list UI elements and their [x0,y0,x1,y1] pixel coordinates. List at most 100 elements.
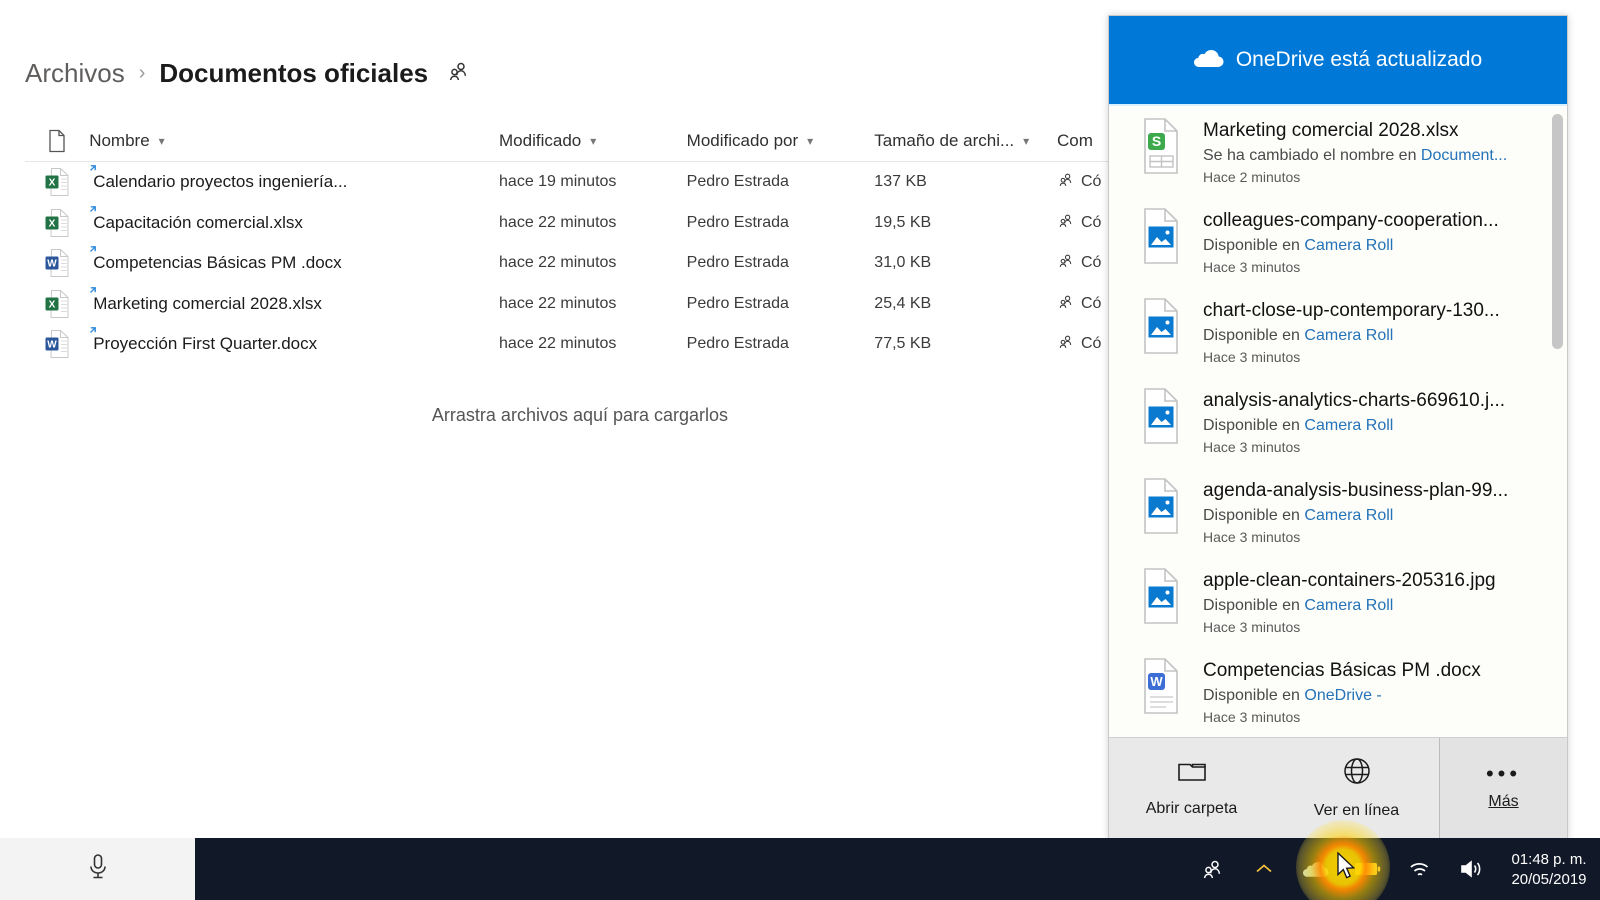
breadcrumb-current[interactable]: Documentos oficiales [159,58,428,89]
modified-by-cell: Pedro Estrada [686,173,789,191]
activity-item-status-link[interactable]: Camera Roll [1304,507,1393,524]
activity-item-status-link[interactable]: Document... [1421,147,1507,164]
screen: Archivos › Documentos oficiales Nombre ▾… [0,0,1600,900]
activity-item-body: apple-clean-containers-205316.jpg Disponi… [1203,567,1545,635]
activity-item-status-prefix: Disponible en [1203,597,1305,614]
list-item[interactable]: analysis-analytics-charts-669610.j... Dis… [1109,376,1567,466]
breadcrumb-root[interactable]: Archivos [25,58,125,89]
file-name-cell[interactable]: Proyección First Quarter.docx [89,327,499,354]
mouse-cursor [1337,851,1357,887]
list-item[interactable]: S Marketing comercial 2028.xlsx Se ha camb… [1109,106,1567,196]
flyout-scrollbar-thumb[interactable] [1552,114,1563,349]
chevron-up-icon[interactable] [1238,838,1290,900]
list-item[interactable]: chart-close-up-contemporary-130... Dispon… [1109,286,1567,376]
sharing-label: Có [1081,213,1102,231]
more-button[interactable]: ••• Más [1439,738,1567,839]
open-folder-button[interactable]: Abrir carpeta [1109,738,1274,839]
activity-item-status-link[interactable]: OneDrive - [1304,687,1381,704]
word-icon: W [25,248,89,278]
activity-item-title: agenda-analysis-business-plan-99... [1203,480,1509,501]
sharing-label: Có [1081,294,1102,312]
file-name-cell[interactable]: Calendario proyectos ingeniería... [89,165,499,192]
table-row[interactable]: X Capacitación comercial.xlsx hace 22 minu… [25,203,1215,244]
onedrive-cloud-icon [1193,48,1224,73]
activity-item-status-prefix: Disponible en [1203,417,1305,434]
column-header-name-label: Nombre [89,130,150,150]
globe-icon [1343,757,1371,790]
upload-drop-hint: Arrastra archivos aquí para cargarlos [431,405,729,425]
activity-item-time: Hace 3 minutos [1203,259,1301,275]
file-size-cell: 19,5 KB [874,213,932,231]
flyout-footer: Abrir carpeta Ver en línea ••• Más [1109,737,1567,839]
activity-item-body: chart-close-up-contemporary-130... Dispon… [1203,297,1545,365]
svg-text:W: W [47,259,57,270]
excel-icon: X [25,289,89,319]
list-item[interactable]: colleagues-company-cooperation... Disponi… [1109,196,1567,286]
people-icon [1057,333,1074,355]
file-size-cell: 25,4 KB [874,294,932,312]
activity-item-title: analysis-analytics-charts-669610.j... [1203,390,1506,411]
column-header-modified-by-label: Modificado por [686,130,799,150]
flyout-activity-list[interactable]: S Marketing comercial 2028.xlsx Se ha camb… [1109,106,1567,737]
activity-item-status-prefix: Disponible en [1203,327,1305,344]
image-file-icon [1137,297,1185,355]
breadcrumb-separator: › [138,62,146,84]
activity-item-status-link[interactable]: Camera Roll [1304,417,1393,434]
column-header-modified[interactable]: Modificado ▾ [499,131,687,151]
flyout-scrollbar[interactable] [1552,114,1563,737]
speaker-icon[interactable] [1446,838,1498,900]
flyout-header-title: OneDrive está actualizado [1235,48,1483,71]
column-header-file-type-icon[interactable] [25,129,89,153]
activity-item-status-link[interactable]: Camera Roll [1304,597,1393,614]
word-icon: W [25,329,89,359]
modified-by-cell: Pedro Estrada [686,294,789,312]
wifi-icon[interactable] [1394,838,1446,900]
list-item[interactable]: apple-clean-containers-205316.jpg Disponi… [1109,556,1567,646]
people-icon[interactable] [1186,838,1238,900]
word-icon: W [1137,657,1185,715]
activity-item-status: Se ha cambiado el nombre en Document... [1203,147,1545,165]
list-item[interactable]: W Competencias Básicas PM .docx Disponible… [1109,646,1567,736]
breadcrumb: Archivos › Documentos oficiales [25,58,470,89]
activity-item-status-link[interactable]: Camera Roll [1304,327,1393,344]
activity-item-body: colleagues-company-cooperation... Disponi… [1203,207,1545,275]
table-row[interactable]: W Proyección First Quarter.docx hace 22 mi… [25,324,1215,365]
image-file-icon [1137,567,1185,625]
list-item[interactable]: agenda-analysis-business-plan-99... Dispo… [1109,466,1567,556]
taskbar-clock[interactable]: 01:48 p. m. 20/05/2019 [1498,838,1600,900]
activity-item-title: Competencias Básicas PM .docx [1203,660,1481,681]
column-header-name[interactable]: Nombre ▾ [89,131,499,151]
people-icon [1057,171,1074,193]
view-online-button[interactable]: Ver en línea [1274,738,1439,839]
activity-item-title: colleagues-company-cooperation... [1203,210,1499,231]
modified-by-cell: Pedro Estrada [686,254,789,272]
activity-item-status-prefix: Disponible en [1203,507,1305,524]
image-file-icon [1137,207,1185,265]
column-header-sharing-label: Com [1057,130,1093,150]
activity-item-time: Hace 2 minutos [1203,169,1301,185]
file-name-cell[interactable]: Marketing comercial 2028.xlsx [89,286,499,314]
column-header-modified-label: Modificado [499,130,582,150]
microphone-icon[interactable] [87,853,109,886]
more-label: Más [1488,792,1519,810]
excel-icon: X [25,167,89,197]
file-name-cell[interactable]: Competencias Básicas PM .docx [89,246,499,273]
chevron-down-icon: ▾ [1023,133,1030,148]
excel-icon: X [25,208,89,238]
file-name: Marketing comercial 2028.xlsx [89,286,322,314]
column-header-modified-by[interactable]: Modificado por ▾ [687,131,875,151]
table-row[interactable]: X Calendario proyectos ingeniería... hace … [25,162,1215,203]
activity-item-status-link[interactable]: Camera Roll [1304,237,1393,254]
file-name: Competencias Básicas PM .docx [89,246,342,273]
taskbar: 01:48 p. m. 20/05/2019 [195,838,1600,900]
file-name-cell[interactable]: Capacitación comercial.xlsx [89,205,499,233]
chevron-down-icon: ▾ [590,133,597,148]
table-row[interactable]: X Marketing comercial 2028.xlsx hace 22 mi… [25,284,1215,325]
open-folder-label: Abrir carpeta [1145,800,1238,817]
activity-item-status: Disponible en Camera Roll [1203,507,1545,525]
table-row[interactable]: W Competencias Básicas PM .docx hace 22 mi… [25,243,1215,284]
svg-text:W: W [47,340,57,351]
modified-cell: hace 19 minutos [499,173,617,191]
onedrive-cloud-icon[interactable] [1290,838,1342,900]
column-header-file-size[interactable]: Tamaño de archi... ▾ [874,131,1057,151]
